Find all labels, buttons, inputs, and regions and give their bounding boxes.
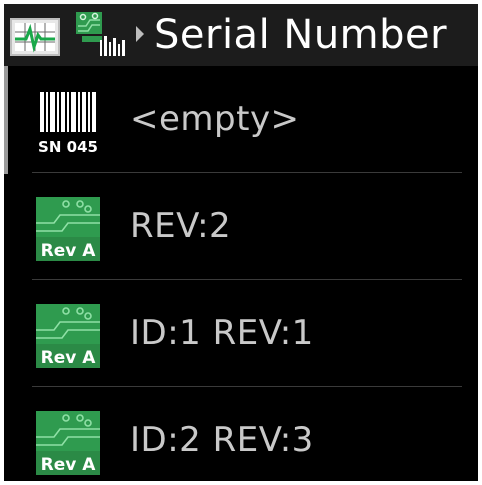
list-item-label: <empty> — [130, 99, 300, 139]
list-item[interactable]: Rev A ID:2 REV:3 — [4, 387, 478, 481]
list-item[interactable]: Rev A REV:2 — [4, 173, 478, 279]
rev-icon-text: Rev A — [41, 455, 97, 475]
page-title: Serial Number — [154, 12, 448, 58]
title-bar: Serial Number — [4, 4, 478, 66]
circuit-board-icon: Rev A — [36, 197, 100, 261]
monitor-pulse-icon[interactable] — [10, 18, 60, 56]
barcode-icon-text: SN 045 — [38, 138, 98, 156]
circuit-board-icon: Rev A — [36, 304, 100, 368]
list-item-label: ID:2 REV:3 — [130, 420, 314, 460]
barcode-icon: SN 045 — [38, 92, 98, 156]
rev-icon-text: Rev A — [41, 241, 97, 261]
list-item-label: REV:2 — [130, 206, 232, 246]
serial-number-list: SN 045 <empty> Rev A REV:2 Rev A ID:1 RE… — [4, 66, 478, 481]
breadcrumb-arrow-icon — [136, 26, 144, 42]
list-item[interactable]: SN 045 <empty> — [4, 66, 478, 172]
circuit-board-icon: Rev A — [36, 411, 100, 475]
list-item-label: ID:1 REV:1 — [130, 313, 314, 353]
rev-icon-text: Rev A — [41, 348, 97, 368]
list-item[interactable]: Rev A ID:1 REV:1 — [4, 280, 478, 386]
device-screen: Serial Number SN 045 <empty> Rev A REV:2… — [4, 4, 478, 481]
circuit-board-barcode-icon[interactable] — [74, 10, 128, 58]
